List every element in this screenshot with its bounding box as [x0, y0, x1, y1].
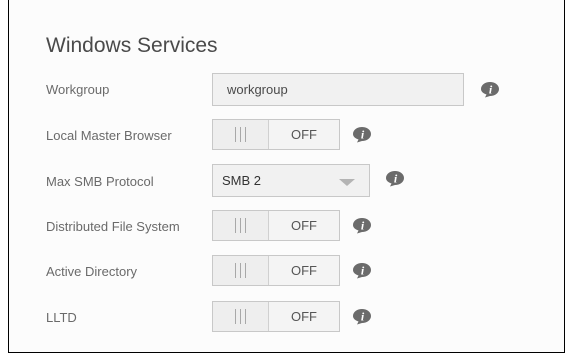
section-title: Windows Services: [46, 34, 218, 57]
local-master-browser-label: Local Master Browser: [46, 128, 172, 143]
info-icon[interactable]: i: [352, 308, 372, 325]
toggle-state: OFF: [291, 309, 317, 324]
chevron-down-icon: [339, 179, 355, 186]
distributed-file-system-label: Distributed File System: [46, 219, 180, 234]
max-smb-protocol-select[interactable]: SMB 2: [212, 164, 370, 197]
workgroup-input[interactable]: [212, 73, 464, 106]
selected-value: SMB 2: [222, 173, 262, 188]
workgroup-label: Workgroup: [46, 82, 110, 97]
grip-lines-icon: [213, 256, 269, 285]
max-smb-protocol-label: Max SMB Protocol: [46, 174, 154, 189]
info-icon[interactable]: i: [385, 170, 405, 187]
info-icon[interactable]: i: [352, 217, 372, 234]
toggle-state: OFF: [291, 263, 317, 278]
distributed-file-system-toggle[interactable]: OFF: [212, 210, 340, 241]
toggle-state: OFF: [291, 218, 317, 233]
active-directory-label: Active Directory: [46, 264, 138, 279]
grip-lines-icon: [213, 302, 269, 331]
info-icon[interactable]: i: [480, 81, 500, 98]
lltd-toggle[interactable]: OFF: [212, 301, 340, 332]
info-icon[interactable]: i: [352, 126, 372, 143]
local-master-browser-toggle[interactable]: OFF: [212, 119, 340, 150]
active-directory-toggle[interactable]: OFF: [212, 255, 340, 286]
toggle-state: OFF: [291, 127, 317, 142]
grip-lines-icon: [213, 211, 269, 240]
lltd-label: LLTD: [46, 310, 77, 325]
info-icon[interactable]: i: [352, 262, 372, 279]
grip-lines-icon: [213, 120, 269, 149]
